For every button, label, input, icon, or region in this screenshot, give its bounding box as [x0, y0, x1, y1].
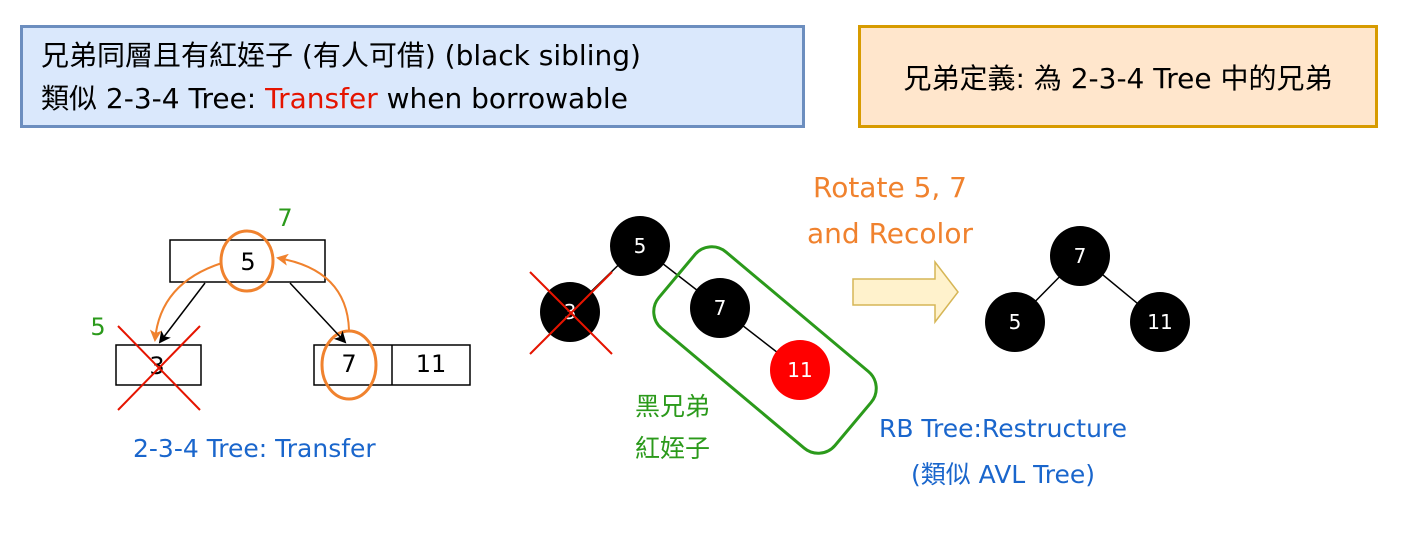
- edge-to-right-child: [289, 282, 347, 344]
- tree234-right-key-1: 7: [341, 350, 356, 378]
- sibling-caption: 黑兄弟 紅姪子: [635, 386, 710, 470]
- tree234-new-parent-label: 7: [277, 204, 292, 232]
- restructure-line-1: RB Tree:Restructure: [878, 414, 1128, 443]
- rb-after-node-5-key: 5: [1009, 310, 1022, 334]
- rb-node-7-key: 7: [714, 296, 727, 320]
- rb-after-node-7-key: 7: [1074, 244, 1087, 268]
- tree234-new-left-label: 5: [90, 313, 105, 341]
- sibling-caption-line-2: 紅姪子: [635, 434, 711, 463]
- rb-after-node-11-key: 11: [1147, 310, 1172, 334]
- sibling-caption-line-1: 黑兄弟: [635, 392, 711, 421]
- tree234-caption: 2-3-4 Tree: Transfer: [133, 434, 376, 463]
- operation-caption: Rotate 5, 7 and Recolor: [780, 165, 1000, 257]
- tree234-right-key-2: 11: [416, 350, 447, 378]
- restructure-caption: RB Tree:Restructure (類似 AVL Tree): [862, 406, 1144, 498]
- rb-after-diagram: 7 5 11: [985, 226, 1190, 352]
- operation-line-2: and Recolor: [807, 217, 973, 250]
- restructure-line-2: (類似 AVL Tree): [910, 460, 1096, 489]
- rb-node-5-key: 5: [634, 234, 647, 258]
- operation-line-1: Rotate 5, 7: [813, 171, 967, 204]
- tree234-parent-key: 5: [240, 248, 255, 276]
- tree234-diagram: 5 7 3 5 7 11: [90, 204, 471, 411]
- transform-arrow: [852, 259, 959, 325]
- rb-node-11-key: 11: [787, 358, 812, 382]
- edge-to-left-child: [158, 282, 206, 344]
